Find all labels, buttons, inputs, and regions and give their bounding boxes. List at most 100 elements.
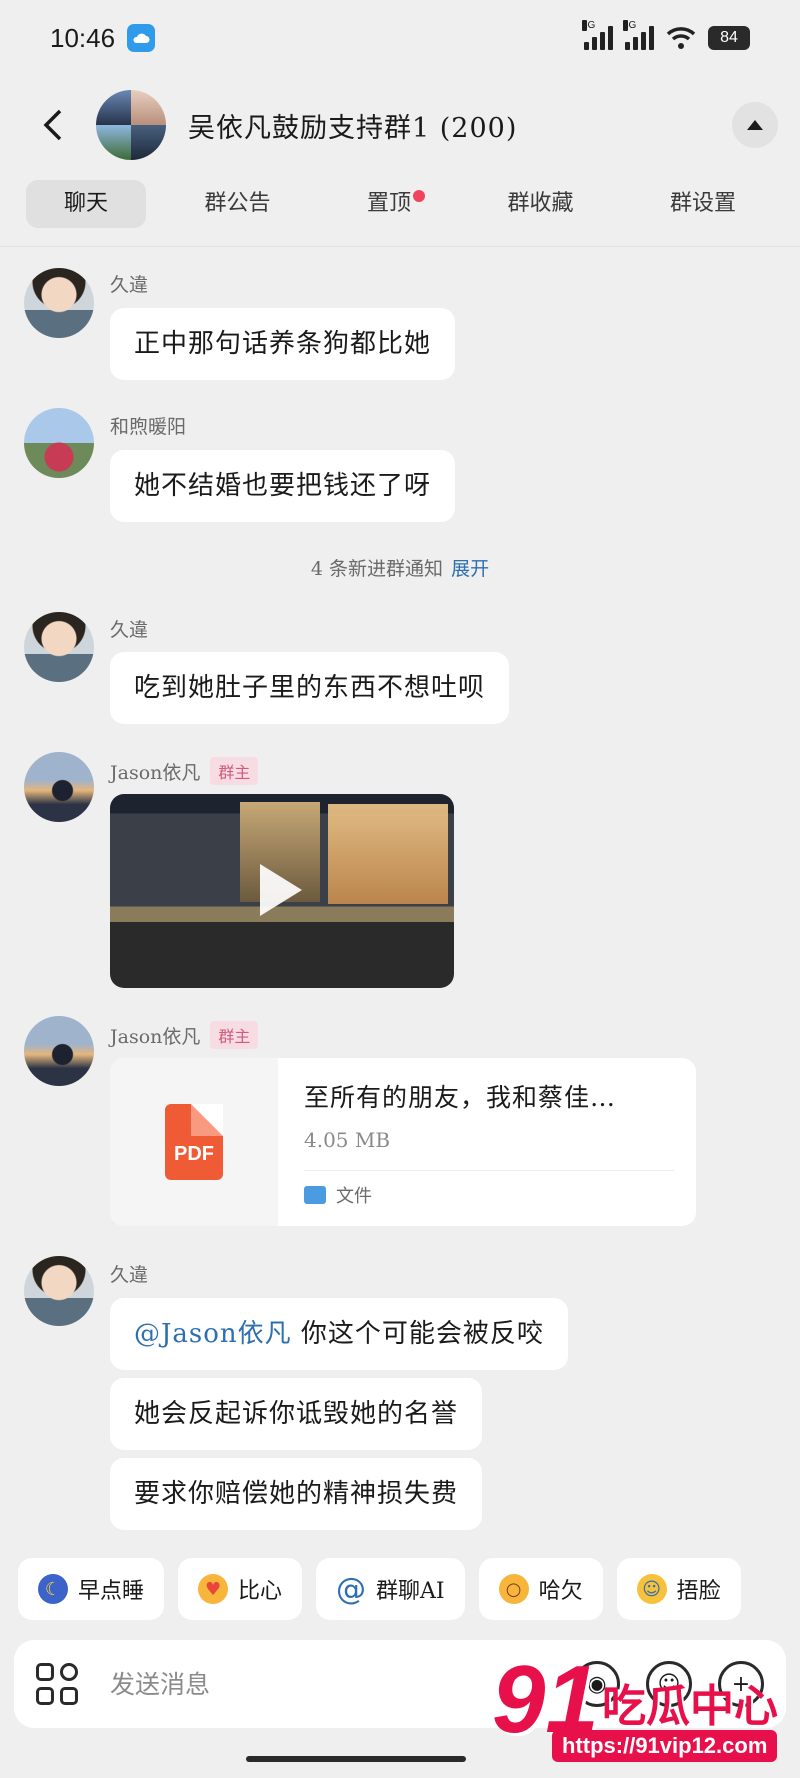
file-name: 至所有的朋友，我和蔡佳… [304, 1083, 617, 1112]
back-button[interactable] [28, 100, 78, 150]
pdf-icon: PDF [165, 1104, 223, 1180]
watermark-url: https://91vip12.com [552, 1730, 778, 1762]
wifi-icon [666, 27, 696, 49]
sender-label: 久違 [110, 1264, 149, 1286]
message-bubble[interactable]: @Jason依凡 你这个可能会被反咬 [110, 1298, 568, 1370]
video-thumbnail [328, 804, 448, 904]
quick-reply-chip[interactable]: ☺ 捂脸 [616, 1558, 741, 1620]
status-time: 10:46 [50, 22, 116, 53]
file-message[interactable]: PDF 至所有的朋友，我和蔡佳… 4.05 MB 文件 [110, 1058, 696, 1226]
sender-name: 和煦暖阳 [110, 412, 186, 439]
tab-label: 群设置 [669, 191, 736, 216]
chip-label: 捂脸 [676, 1579, 721, 1604]
quick-reply-chip[interactable]: ○ 哈欠 [478, 1558, 603, 1620]
mention-link[interactable]: @Jason依凡 [134, 1319, 292, 1349]
file-type: 文件 [304, 1182, 372, 1208]
tab-chat[interactable]: 聊天 [26, 180, 147, 228]
avatar[interactable] [24, 408, 94, 478]
tab-label: 置顶 [366, 191, 411, 216]
sender-name: 久違 [110, 615, 148, 642]
message-bubble[interactable]: 她会反起诉你诋毁她的名誉 [110, 1378, 483, 1450]
divider [304, 1170, 674, 1171]
file-size: 4.05 MB [304, 1128, 391, 1152]
quick-reply-chip[interactable]: ☾ 早点睡 [18, 1558, 165, 1620]
sender-label: 久違 [110, 619, 149, 641]
sender-label: Jason依凡 [110, 1025, 201, 1048]
tab-favorites[interactable]: 群收藏 [469, 180, 611, 228]
sender-name: Jason依凡 群主 [110, 757, 259, 785]
triangle-up-icon [747, 120, 763, 130]
sender-name: 久違 [110, 270, 148, 297]
at-icon: @ [336, 1571, 367, 1607]
quick-reply-bar: ☾ 早点睡 ♥ 比心 @ 群聊AI ○ 哈欠 ☺ 捂脸 [18, 1558, 800, 1622]
group-avatar[interactable] [96, 90, 166, 160]
avatar[interactable] [24, 1256, 94, 1326]
cellular-signal-icon: 5G [623, 20, 654, 50]
chip-label: 比心 [238, 1579, 283, 1604]
message-text: 吃到她肚子里的东西不想吐呗 [134, 673, 486, 703]
message-bubble[interactable]: 正中那句话养条狗都比她 [110, 308, 456, 380]
chat-tabs: 聊天 群公告 置顶 群收藏 群设置 [0, 178, 800, 230]
chip-label: 早点睡 [78, 1579, 145, 1604]
quick-reply-chip[interactable]: @ 群聊AI [316, 1558, 465, 1620]
chat-header: 吴依凡鼓励支持群1 (200) [0, 82, 800, 168]
cloud-icon [127, 24, 156, 52]
join-notice: 4 条新进群通知 展开 [0, 554, 800, 581]
tab-announcement[interactable]: 群公告 [166, 180, 308, 228]
file-thumbnail: PDF [110, 1058, 278, 1226]
file-kind-label: 文件 [336, 1186, 372, 1207]
chip-label: 群聊AI [376, 1579, 445, 1604]
avatar[interactable] [24, 268, 94, 338]
sender-name: Jason依凡 群主 [110, 1021, 259, 1049]
message-bubble[interactable]: 她不结婚也要把钱还了呀 [110, 450, 456, 522]
owner-badge: 群主 [210, 757, 259, 785]
message-text: 正中那句话养条狗都比她 [134, 329, 432, 359]
message-text: 要求你赔偿她的精神损失费 [134, 1479, 459, 1509]
chip-label: 哈欠 [538, 1579, 583, 1604]
expand-link[interactable]: 展开 [451, 558, 489, 580]
laugh-emoji-icon: ☺ [636, 1574, 667, 1604]
avatar[interactable] [24, 612, 94, 682]
folder-icon [304, 1186, 326, 1204]
avatar[interactable] [24, 1016, 94, 1086]
sender-label: 久違 [110, 274, 149, 296]
apps-grid-icon[interactable] [36, 1663, 78, 1705]
message-input[interactable] [110, 1669, 510, 1699]
play-icon[interactable] [260, 864, 302, 916]
sender-label: Jason依凡 [110, 761, 201, 784]
message-bubble[interactable]: 吃到她肚子里的东西不想吐呗 [110, 652, 510, 724]
chevron-left-icon [43, 109, 62, 141]
battery-indicator: 84 [708, 26, 750, 50]
sender-name: 久違 [110, 1260, 148, 1287]
heart-emoji-icon: ♥ [198, 1574, 229, 1604]
yawn-emoji-icon: ○ [498, 1574, 529, 1604]
divider [0, 246, 800, 247]
home-indicator[interactable] [246, 1756, 466, 1762]
watermark-logo: 91 吃瓜中心 https://91vip12.com [492, 1652, 792, 1770]
network-type-label: 5G [582, 20, 596, 31]
group-title[interactable]: 吴依凡鼓励支持群1 (200) [188, 106, 517, 145]
collapse-button[interactable] [732, 102, 778, 148]
quick-reply-chip[interactable]: ♥ 比心 [178, 1558, 303, 1620]
owner-badge: 群主 [210, 1021, 259, 1049]
notice-text: 4 条新进群通知 [310, 558, 444, 580]
tab-pinned[interactable]: 置顶 [329, 180, 449, 228]
tab-label: 群收藏 [507, 191, 574, 216]
unread-dot [412, 190, 425, 202]
video-message[interactable] [110, 794, 454, 988]
message-text: 你这个可能会被反咬 [291, 1319, 544, 1349]
avatar[interactable] [24, 752, 94, 822]
tab-label: 群公告 [204, 191, 271, 216]
tab-label: 聊天 [64, 191, 109, 216]
pdf-label: PDF [174, 1143, 214, 1165]
network-type-label: 5G [623, 20, 637, 31]
message-text: 她会反起诉你诋毁她的名誉 [134, 1399, 459, 1429]
tab-settings[interactable]: 群设置 [632, 180, 774, 228]
sleep-emoji-icon: ☾ [38, 1574, 68, 1604]
message-text: 她不结婚也要把钱还了呀 [134, 471, 432, 501]
watermark-name: 吃瓜中心 [602, 1681, 778, 1732]
sender-label: 和煦暖阳 [110, 416, 187, 438]
cellular-signal-icon: 5G [582, 20, 613, 50]
message-bubble[interactable]: 要求你赔偿她的精神损失费 [110, 1458, 483, 1530]
status-bar: 10:46 5G 5G 84 [0, 0, 800, 76]
